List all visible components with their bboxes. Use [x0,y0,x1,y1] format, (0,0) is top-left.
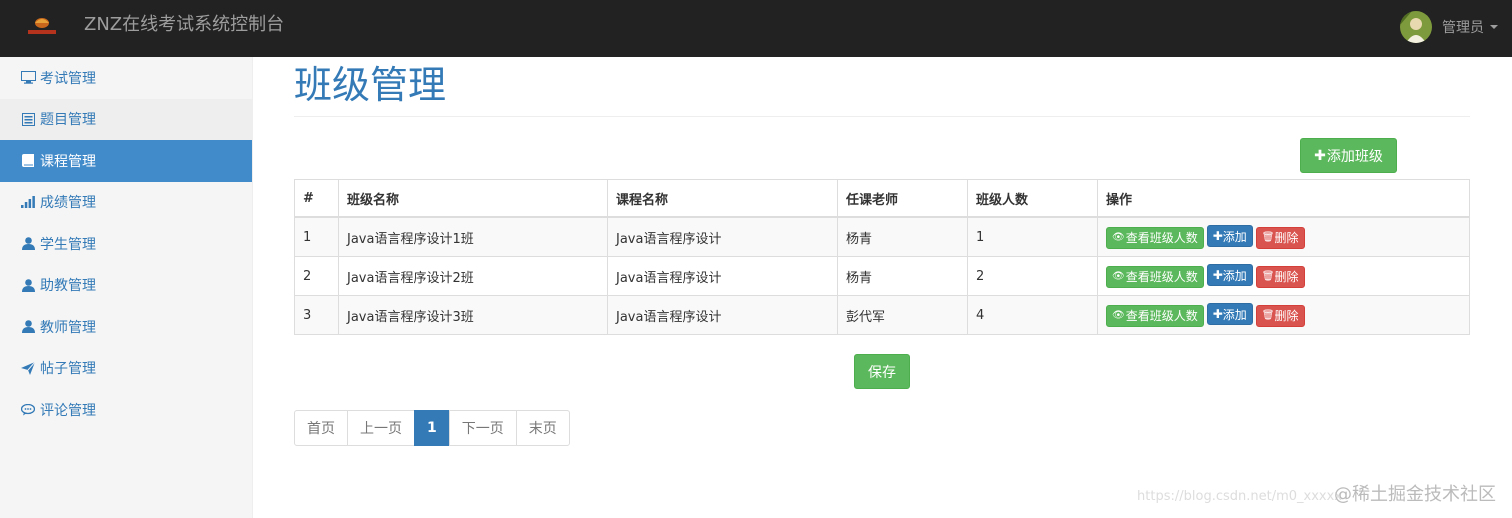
caret-down-icon [1490,25,1498,29]
col-header-course: 课程名称 [607,179,838,218]
cell-actions: 👁 查看班级人数 ✚ 添加 🗑 删除 [1097,295,1470,335]
sidebar-item-label: 课程管理 [40,153,96,170]
cell-class-name: Java语言程序设计2班 [338,256,608,296]
add-member-button[interactable]: ✚ 添加 [1206,303,1253,326]
cell-course: Java语言程序设计 [607,256,838,296]
top-navbar: ZNZ在线考试系统控制台 管理员 [0,0,1512,57]
view-members-button[interactable]: 👁 查看班级人数 [1106,304,1204,327]
list-alt-icon [20,111,36,127]
sidebar-item-assistants[interactable]: 助教管理 [0,265,252,307]
class-table: # 班级名称 课程名称 任课老师 班级人数 操作 1 Java语言程序设计1班 … [294,179,1470,335]
col-header-actions: 操作 [1097,179,1470,218]
save-button[interactable]: 保存 [854,354,910,389]
cell-no: 2 [294,256,339,296]
delete-class-button[interactable]: 🗑 删除 [1255,265,1305,288]
trash-icon: 🗑 [1261,232,1275,244]
cell-count: 4 [967,295,1098,335]
sidebar-item-students[interactable]: 学生管理 [0,223,252,265]
send-icon [20,360,36,376]
sidebar-item-comments[interactable]: 评论管理 [0,389,252,431]
add-member-button[interactable]: ✚ 添加 [1206,225,1253,248]
sidebar-item-posts[interactable]: 帖子管理 [0,348,252,390]
book-icon [20,153,36,169]
cell-count: 1 [967,216,1098,257]
eye-icon: 👁 [1112,271,1125,283]
sidebar-item-label: 帖子管理 [40,361,96,378]
col-header-count: 班级人数 [967,179,1098,218]
sidebar-item-questions[interactable]: 题目管理 [0,98,252,140]
add-class-label: 添加班级 [1326,148,1383,165]
view-members-button[interactable]: 👁 查看班级人数 [1106,226,1204,249]
user-icon [20,277,36,293]
cell-no: 3 [294,295,339,335]
col-header-teacher: 任课老师 [837,179,968,218]
page-title: 班级管理 [294,63,447,107]
cell-teacher: 杨青 [837,216,968,257]
cell-teacher: 杨青 [837,256,968,296]
plus-icon: ✚ [1212,307,1223,322]
cell-teacher: 彭代军 [837,295,968,335]
table-header-row: # 班级名称 课程名称 任课老师 班级人数 操作 [294,179,1470,218]
user-icon [20,319,36,335]
avatar [1400,11,1432,43]
sidebar-item-teachers[interactable]: 教师管理 [0,306,252,348]
sidebar-item-label: 题目管理 [40,112,96,129]
table-row: 2 Java语言程序设计2班 Java语言程序设计 杨青 2 👁 查看班级人数 ✚ 添… [294,256,1470,296]
monitor-icon [20,70,36,86]
watermark-url: https://blog.csdn.net/m0_xxxxx [1137,489,1342,504]
cell-class-name: Java语言程序设计3班 [338,295,608,335]
eye-icon: 👁 [1112,232,1125,244]
trash-icon: 🗑 [1261,271,1275,283]
sidebar-item-label: 教师管理 [40,319,96,336]
plus-icon: ✚ [1212,229,1223,244]
app-brand[interactable]: ZNZ在线考试系统控制台 [84,13,284,37]
pagination-next[interactable]: 下一页 [448,410,517,446]
main-content: 班级管理 ✚ 添加班级 # 班级名称 课程名称 任课老师 班级人数 操作 1 J… [294,57,1470,446]
user-icon [20,236,36,252]
sidebar-item-grades[interactable]: 成绩管理 [0,182,252,224]
delete-class-button[interactable]: 🗑 删除 [1255,226,1305,249]
pagination-current[interactable]: 1 [414,410,450,446]
brand-logo[interactable] [24,14,60,40]
sidebar-item-label: 考试管理 [40,70,96,87]
sidebar-item-exam[interactable]: 考试管理 [0,57,252,99]
sidebar-item-label: 评论管理 [40,402,96,419]
table-row: 1 Java语言程序设计1班 Java语言程序设计 杨青 1 👁 查看班级人数 ✚ 添… [294,216,1470,257]
cell-actions: 👁 查看班级人数 ✚ 添加 🗑 删除 [1097,256,1470,296]
watermark: @稀土掘金技术社区 [1334,484,1496,505]
eye-icon: 👁 [1112,310,1125,322]
cell-no: 1 [294,216,339,257]
pagination-last[interactable]: 末页 [515,410,570,446]
view-members-button[interactable]: 👁 查看班级人数 [1106,265,1204,288]
trash-icon: 🗑 [1261,310,1275,322]
cell-count: 2 [967,256,1098,296]
plus-icon: ✚ [1314,147,1326,164]
cell-course: Java语言程序设计 [607,295,838,335]
add-member-button[interactable]: ✚ 添加 [1206,264,1253,287]
table-row: 3 Java语言程序设计3班 Java语言程序设计 彭代军 4 👁 查看班级人数 ✚… [294,295,1470,335]
comment-icon [20,402,36,418]
add-class-button[interactable]: ✚ 添加班级 [1300,138,1397,173]
title-divider [294,116,1470,117]
cell-actions: 👁 查看班级人数 ✚ 添加 🗑 删除 [1097,216,1470,257]
cell-course: Java语言程序设计 [607,216,838,257]
user-name: 管理员 [1442,20,1484,36]
pagination-first[interactable]: 首页 [294,410,348,446]
sidebar-item-courses[interactable]: 课程管理 [0,140,252,182]
sidebar-item-label: 学生管理 [40,236,96,253]
signal-icon [20,194,36,210]
sidebar: 考试管理 题目管理 课程管理 成绩管理 学生管理 助教管理 教师管理 帖子管理 … [0,57,253,518]
col-header-class-name: 班级名称 [338,179,608,218]
sidebar-item-label: 助教管理 [40,278,96,295]
pagination-prev[interactable]: 上一页 [347,410,415,446]
plus-icon: ✚ [1212,268,1223,283]
pagination: 首页 上一页 1 下一页 末页 [294,410,570,446]
sidebar-item-label: 成绩管理 [40,195,96,212]
col-header-no: # [294,179,339,218]
user-menu[interactable]: 管理员 [1400,10,1498,44]
cell-class-name: Java语言程序设计1班 [338,216,608,257]
delete-class-button[interactable]: 🗑 删除 [1255,304,1305,327]
